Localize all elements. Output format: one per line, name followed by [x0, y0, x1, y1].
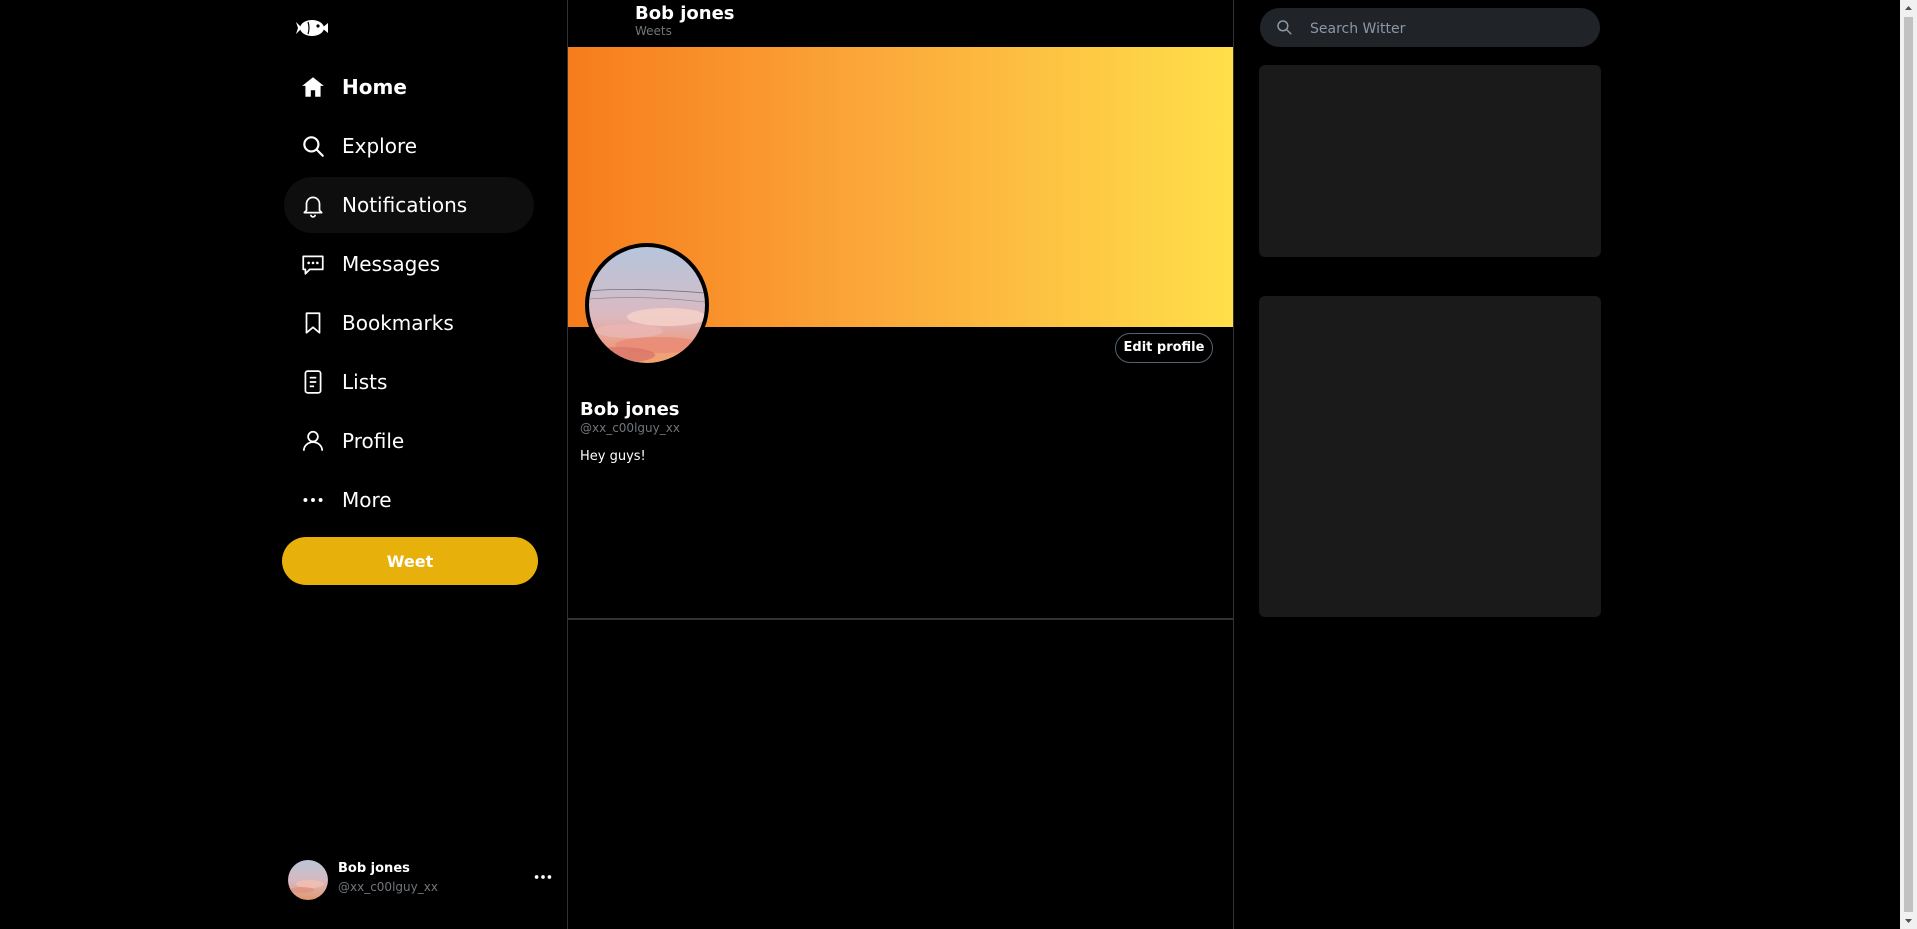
- profile-header: Bob jones Weets: [568, 0, 1233, 47]
- nav-home[interactable]: Home: [284, 59, 534, 115]
- nav-bookmarks[interactable]: Bookmarks: [284, 295, 534, 351]
- profile-avatar[interactable]: [585, 243, 709, 367]
- scroll-up-arrow-icon[interactable]: [1900, 0, 1917, 17]
- more-dots-icon: [300, 487, 326, 513]
- list-icon: [300, 369, 326, 395]
- account-switcher[interactable]: Bob jones @xx_c00lguy_xx: [288, 858, 558, 902]
- who-to-follow-card: [1259, 296, 1601, 617]
- fish-logo-icon[interactable]: [292, 12, 332, 44]
- nav-lists-label: Lists: [342, 370, 388, 394]
- page-title: Bob jones: [635, 3, 735, 24]
- account-handle: @xx_c00lguy_xx: [338, 880, 438, 894]
- search-icon: [300, 133, 326, 159]
- avatar: [288, 860, 328, 900]
- profile-column: Bob jones Weets Edit profile Bob jones @…: [567, 0, 1234, 929]
- more-dots-icon[interactable]: [532, 866, 554, 888]
- sidebar: Home Explore Notifications Messages Book: [282, 0, 568, 929]
- edit-profile-button[interactable]: Edit profile: [1115, 333, 1213, 363]
- message-icon: [300, 251, 326, 277]
- right-sidebar: [1259, 0, 1602, 929]
- search-bar: [1260, 8, 1600, 49]
- nav-explore-label: Explore: [342, 134, 418, 158]
- trends-card: [1259, 65, 1601, 257]
- nav-profile-label: Profile: [342, 429, 405, 453]
- profile-name: Bob jones: [580, 399, 680, 420]
- nav-notifications-label: Notifications: [342, 193, 468, 217]
- home-icon: [300, 74, 326, 100]
- nav-lists[interactable]: Lists: [284, 354, 534, 410]
- weet-button[interactable]: Weet: [282, 537, 538, 585]
- bell-icon: [300, 192, 326, 218]
- search-icon: [1275, 18, 1293, 36]
- nav-messages-label: Messages: [342, 252, 441, 276]
- nav-notifications[interactable]: Notifications: [284, 177, 534, 233]
- app-root: Home Explore Notifications Messages Book: [0, 0, 1917, 929]
- nav-explore[interactable]: Explore: [284, 118, 534, 174]
- scrollbar-thumb[interactable]: [1904, 17, 1913, 912]
- nav-messages[interactable]: Messages: [284, 236, 534, 292]
- scroll-down-arrow-icon[interactable]: [1900, 912, 1917, 929]
- nav-bookmarks-label: Bookmarks: [342, 311, 454, 335]
- search-input[interactable]: [1308, 8, 1592, 49]
- scrollbar[interactable]: [1900, 0, 1917, 929]
- nav-profile[interactable]: Profile: [284, 413, 534, 469]
- divider: [568, 618, 1233, 620]
- profile-handle: @xx_c00lguy_xx: [580, 421, 680, 435]
- page-subtitle: Weets: [635, 24, 672, 38]
- nav-home-label: Home: [342, 75, 407, 99]
- account-name: Bob jones: [338, 861, 410, 876]
- nav-more[interactable]: More: [284, 472, 534, 528]
- nav-more-label: More: [342, 488, 392, 512]
- bookmark-icon: [300, 310, 326, 336]
- profile-bio: Hey guys!: [580, 449, 646, 464]
- user-icon: [300, 428, 326, 454]
